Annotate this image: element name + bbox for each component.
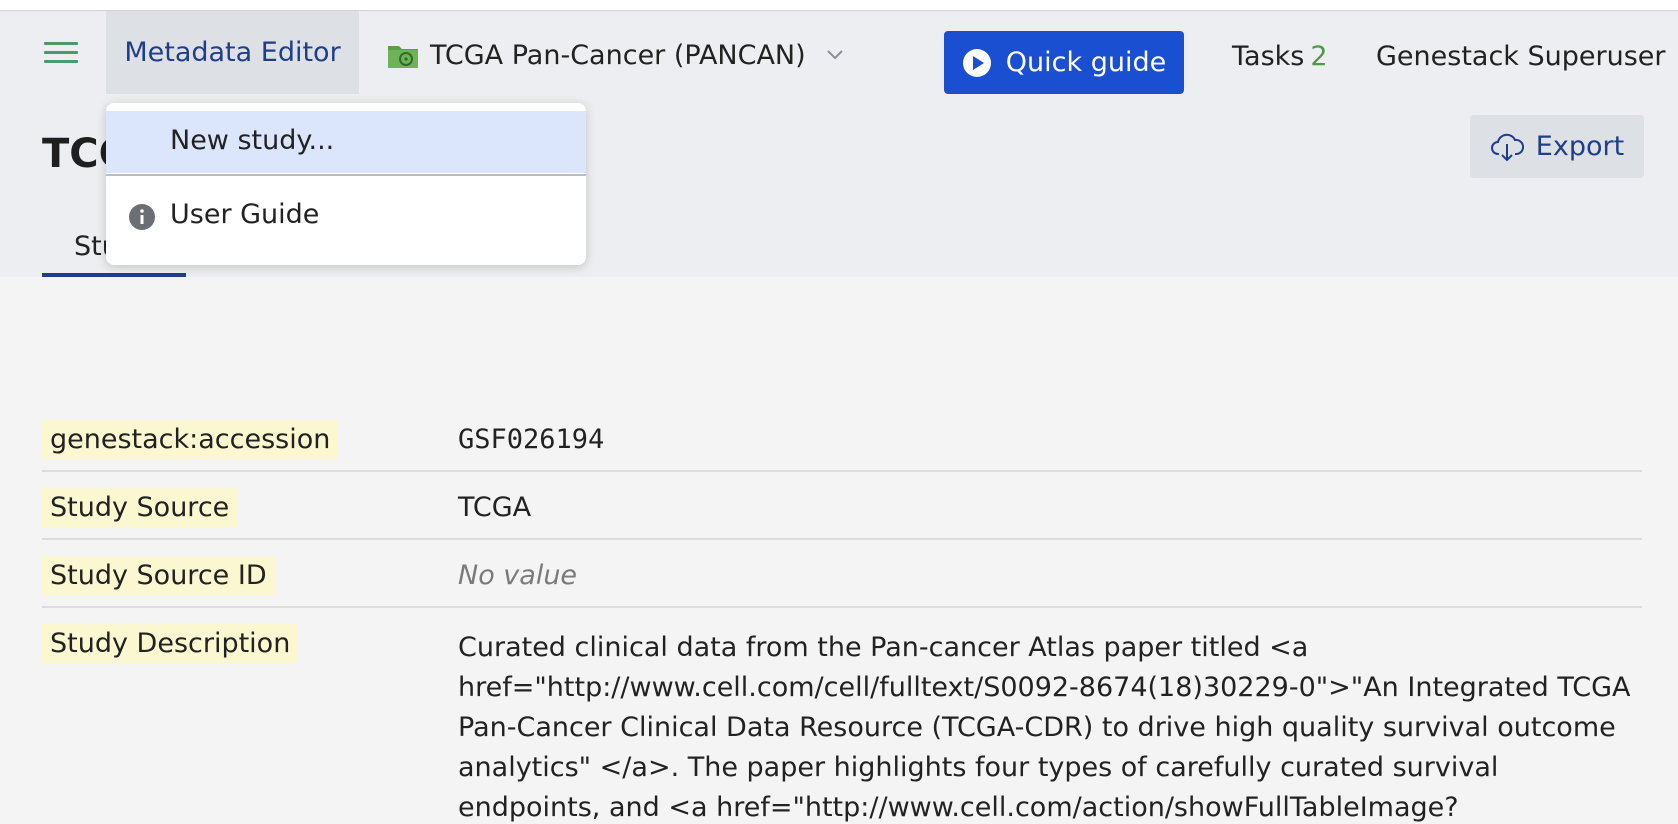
- user-menu[interactable]: Genestack Superuser: [1376, 41, 1666, 72]
- metadata-table: genestack:accession GSF026194 Study Sour…: [0, 277, 1678, 823]
- app-title-menu[interactable]: Metadata Editor: [106, 11, 359, 94]
- table-row: Study Source TCGA: [42, 488, 1642, 540]
- tasks-link[interactable]: Tasks 2: [1232, 41, 1328, 72]
- window-top-border: [0, 0, 1678, 11]
- field-value[interactable]: GSF026194: [458, 424, 604, 455]
- quick-guide-label: Quick guide: [1005, 47, 1167, 78]
- hamburger-menu-icon[interactable]: [44, 42, 78, 64]
- export-label: Export: [1535, 131, 1625, 162]
- menu-item-new-study[interactable]: New study...: [106, 111, 586, 173]
- table-row: genestack:accession GSF026194: [42, 420, 1642, 472]
- menu-divider: [106, 174, 586, 176]
- menu-item-user-guide[interactable]: User Guide: [106, 185, 586, 247]
- menu-item-label: New study...: [170, 125, 335, 156]
- menu-item-label: User Guide: [170, 199, 320, 230]
- field-value[interactable]: Curated clinical data from the Pan-cance…: [458, 628, 1638, 824]
- table-row: Study Source ID No value: [42, 556, 1642, 608]
- field-key: genestack:accession: [42, 420, 339, 459]
- field-key: Study Description: [42, 624, 299, 663]
- tasks-count-badge: 2: [1310, 41, 1328, 72]
- app-header: Metadata Editor TCGA Pan-Cancer (PANCAN)…: [0, 11, 1678, 277]
- play-icon: [962, 48, 991, 77]
- folder-icon: [388, 46, 418, 68]
- field-key: Study Source: [42, 488, 238, 527]
- cloud-download-icon: [1490, 133, 1524, 161]
- study-selector-label: TCGA Pan-Cancer (PANCAN): [430, 39, 806, 71]
- field-key: Study Source ID: [42, 556, 275, 595]
- chevron-down-icon: [826, 50, 843, 60]
- export-button[interactable]: Export: [1470, 115, 1644, 178]
- quick-guide-button[interactable]: Quick guide: [944, 31, 1184, 94]
- field-value[interactable]: No value: [458, 560, 577, 591]
- table-row: Study Description Curated clinical data …: [42, 624, 1642, 824]
- tasks-label: Tasks: [1232, 41, 1305, 72]
- info-icon: [129, 204, 155, 230]
- top-nav: Metadata Editor TCGA Pan-Cancer (PANCAN)…: [0, 11, 1678, 94]
- field-value[interactable]: TCGA: [458, 492, 531, 523]
- study-selector[interactable]: TCGA Pan-Cancer (PANCAN): [386, 35, 844, 75]
- app-dropdown-menu: New study... User Guide: [106, 103, 586, 265]
